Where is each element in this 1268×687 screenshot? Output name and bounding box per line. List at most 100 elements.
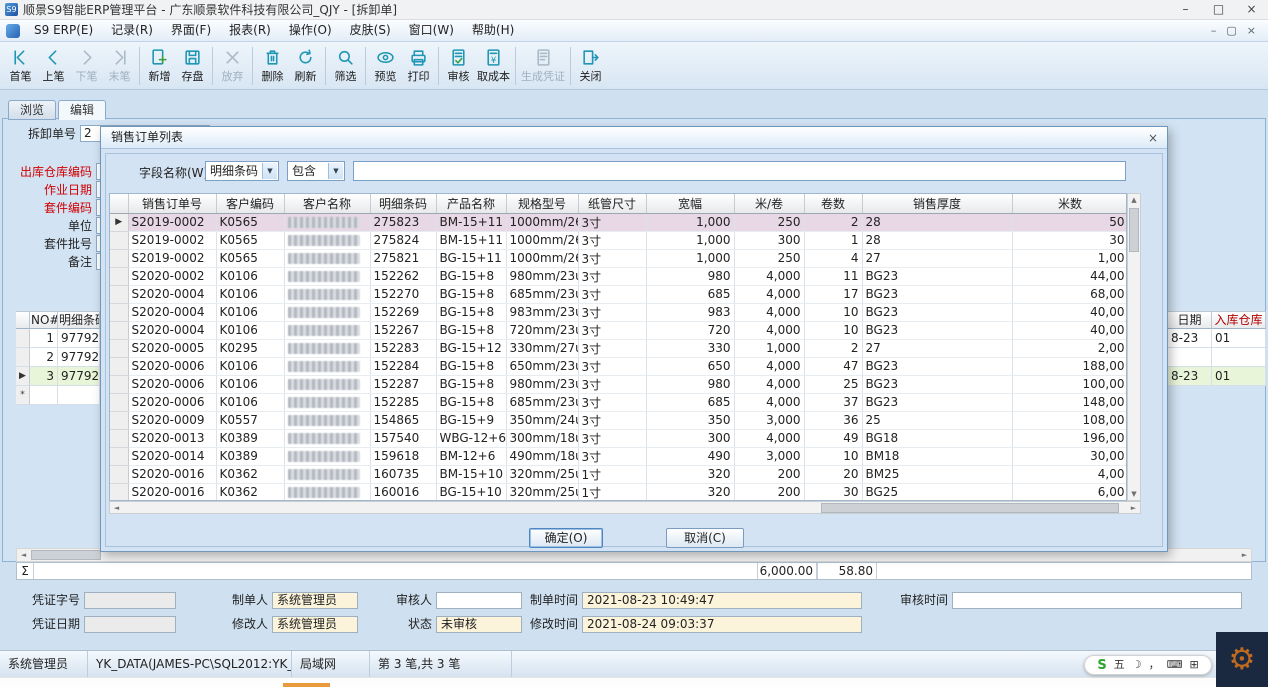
toolbar-getcost-button[interactable]: ¥取成本 bbox=[475, 44, 512, 88]
column-header-no[interactable]: NO# bbox=[30, 311, 58, 329]
menu-interface[interactable]: 界面(F) bbox=[162, 20, 220, 41]
table-row[interactable]: S2020-0013K0389157540WBG-12+6300mm/18um.… bbox=[110, 429, 1127, 447]
row-header[interactable] bbox=[110, 303, 128, 321]
toolbar-delete-button[interactable]: 删除 bbox=[256, 44, 289, 88]
row-header[interactable] bbox=[110, 339, 128, 357]
scrollbar-thumb[interactable] bbox=[31, 550, 101, 560]
close-button[interactable]: × bbox=[1235, 0, 1268, 19]
row-header[interactable]: ▶ bbox=[110, 213, 128, 231]
table-row[interactable]: S2020-0006K0106152285BG-15+8685mm/23um..… bbox=[110, 393, 1127, 411]
column-header[interactable]: 产品名称 bbox=[436, 194, 506, 213]
table-row[interactable]: S2020-0002K0106152262BG-15+8980mm/23um..… bbox=[110, 267, 1127, 285]
menu-report[interactable]: 报表(R) bbox=[220, 20, 280, 41]
column-header[interactable]: 明细条码 bbox=[370, 194, 436, 213]
table-vscrollbar[interactable]: ▲ ▼ bbox=[1127, 193, 1141, 501]
table-row[interactable]: S2020-0004K0106152269BG-15+8983mm/23um..… bbox=[110, 303, 1127, 321]
row-header[interactable] bbox=[110, 375, 128, 393]
table-row[interactable]: S2020-0006K0106152284BG-15+8650mm/23um..… bbox=[110, 357, 1127, 375]
minimize-button[interactable]: – bbox=[1169, 0, 1202, 19]
moon-icon[interactable]: ☽ bbox=[1132, 656, 1142, 674]
assistant-widget[interactable]: ⚙ bbox=[1216, 632, 1268, 687]
column-header[interactable]: 米/卷 bbox=[734, 194, 804, 213]
chevron-down-icon[interactable]: ▼ bbox=[328, 163, 343, 179]
row-header[interactable] bbox=[110, 285, 128, 303]
table-row[interactable]: S2020-0004K0106152270BG-15+8685mm/23um..… bbox=[110, 285, 1127, 303]
column-header[interactable]: 客户名称 bbox=[284, 194, 370, 213]
table-row[interactable]: S2019-0002K0565275821BG-15+111000mm/26u.… bbox=[110, 249, 1127, 267]
row-header[interactable] bbox=[110, 465, 128, 483]
mdi-restore-button[interactable]: ▢ bbox=[1226, 24, 1236, 37]
row-header[interactable] bbox=[110, 267, 128, 285]
toolbar-print-button[interactable]: 打印 bbox=[402, 44, 435, 88]
ok-button[interactable]: 确定(O) bbox=[529, 528, 603, 548]
column-header-in-warehouse[interactable]: 入库仓库 bbox=[1212, 311, 1266, 329]
column-header[interactable]: 规格型号 bbox=[506, 194, 578, 213]
column-header[interactable]: 纸管尺寸 bbox=[578, 194, 646, 213]
column-header[interactable]: 客户编码 bbox=[216, 194, 284, 213]
detail-row[interactable] bbox=[1168, 348, 1266, 367]
table-row[interactable]: ▶S2019-0002K0565275823BM-15+111000mm/26u… bbox=[110, 213, 1127, 231]
toolbar-new-button[interactable]: 新增 bbox=[143, 44, 176, 88]
voucher-no-field[interactable] bbox=[84, 592, 176, 609]
toolbar-save-button[interactable]: 存盘 bbox=[176, 44, 209, 88]
filter-operator-combo[interactable]: 包含 ▼ bbox=[287, 161, 345, 181]
maximize-button[interactable]: □ bbox=[1202, 0, 1235, 19]
column-header[interactable]: 宽幅 bbox=[646, 194, 734, 213]
dialog-close-icon[interactable]: × bbox=[1148, 130, 1158, 146]
scroll-left-icon[interactable]: ◄ bbox=[17, 549, 30, 561]
toolbox-icon[interactable]: ⊞ bbox=[1189, 656, 1198, 674]
scroll-right-icon[interactable]: ► bbox=[1127, 502, 1140, 514]
row-header[interactable] bbox=[110, 429, 128, 447]
table-row[interactable]: S2020-0004K0106152267BG-15+8720mm/23um..… bbox=[110, 321, 1127, 339]
row-header[interactable] bbox=[110, 357, 128, 375]
chevron-down-icon[interactable]: ▼ bbox=[262, 163, 277, 179]
menu-record[interactable]: 记录(R) bbox=[102, 20, 162, 41]
detail-row[interactable]: 1 97792 bbox=[16, 329, 100, 348]
table-row[interactable]: S2020-0016K0362160735BM-15+10320mm/25um.… bbox=[110, 465, 1127, 483]
row-header[interactable] bbox=[110, 393, 128, 411]
ime-wubi-icon[interactable]: 五 bbox=[1114, 656, 1125, 674]
table-row[interactable]: S2020-0009K0557154865BG-15+9350mm/24um..… bbox=[110, 411, 1127, 429]
cancel-button[interactable]: 取消(C) bbox=[666, 528, 744, 548]
scroll-left-icon[interactable]: ◄ bbox=[110, 502, 123, 514]
column-header-barcode[interactable]: 明细条码 bbox=[58, 311, 100, 329]
toolbar-audit-button[interactable]: 审核 bbox=[442, 44, 475, 88]
menu-operation[interactable]: 操作(O) bbox=[280, 20, 341, 41]
column-header[interactable]: 销售订单号 bbox=[128, 194, 216, 213]
scroll-right-icon[interactable]: ► bbox=[1238, 549, 1251, 561]
scroll-up-icon[interactable]: ▲ bbox=[1128, 194, 1140, 206]
menu-window[interactable]: 窗口(W) bbox=[400, 20, 463, 41]
table-row[interactable]: S2019-0002K0565275824BM-15+111000mm/26u.… bbox=[110, 231, 1127, 249]
ime-logo-icon[interactable]: S bbox=[1097, 658, 1106, 673]
mdi-minimize-button[interactable]: – bbox=[1211, 24, 1217, 37]
mdi-close-button[interactable]: × bbox=[1247, 24, 1256, 37]
table-hscrollbar[interactable]: ◄ ► bbox=[109, 501, 1141, 514]
row-header[interactable] bbox=[110, 411, 128, 429]
toolbar-refresh-button[interactable]: 刷新 bbox=[289, 44, 322, 88]
row-header[interactable] bbox=[110, 249, 128, 267]
column-header[interactable]: 米数 bbox=[1012, 194, 1127, 213]
detail-row-current[interactable]: 8-23 01 bbox=[1168, 367, 1266, 386]
menu-help[interactable]: 帮助(H) bbox=[463, 20, 523, 41]
toolbar-prev-button[interactable]: 上笔 bbox=[37, 44, 70, 88]
toolbar-close-button[interactable]: 关闭 bbox=[574, 44, 607, 88]
toolbar-first-button[interactable]: 首笔 bbox=[4, 44, 37, 88]
column-header-date[interactable]: 日期 bbox=[1168, 311, 1212, 329]
voucher-date-field[interactable] bbox=[84, 616, 176, 633]
row-header[interactable] bbox=[110, 231, 128, 249]
row-header[interactable] bbox=[110, 483, 128, 501]
table-row[interactable]: S2020-0014K0389159618BM-12+6490mm/18um..… bbox=[110, 447, 1127, 465]
tab-browse[interactable]: 浏览 bbox=[8, 100, 56, 120]
detail-row-current[interactable]: ▶ 3 97792 bbox=[16, 367, 100, 386]
ime-toolbar[interactable]: S 五 ☽ ， ⌨ ⊞ bbox=[1084, 655, 1212, 675]
scrollbar-thumb[interactable] bbox=[821, 503, 1120, 513]
table-row[interactable]: S2020-0006K0106152287BG-15+8980mm/23um..… bbox=[110, 375, 1127, 393]
detail-row-new[interactable]: * bbox=[16, 386, 100, 405]
toolbar-filter-button[interactable]: 筛选 bbox=[329, 44, 362, 88]
tab-edit[interactable]: 编辑 bbox=[58, 100, 106, 120]
keyboard-icon[interactable]: ⌨ bbox=[1167, 656, 1183, 674]
table-row[interactable]: S2020-0016K0362160016BG-15+10320mm/25um.… bbox=[110, 483, 1127, 501]
column-header[interactable]: 销售厚度 bbox=[862, 194, 1012, 213]
scrollbar-thumb[interactable] bbox=[1129, 208, 1139, 252]
toolbar-preview-button[interactable]: 预览 bbox=[369, 44, 402, 88]
